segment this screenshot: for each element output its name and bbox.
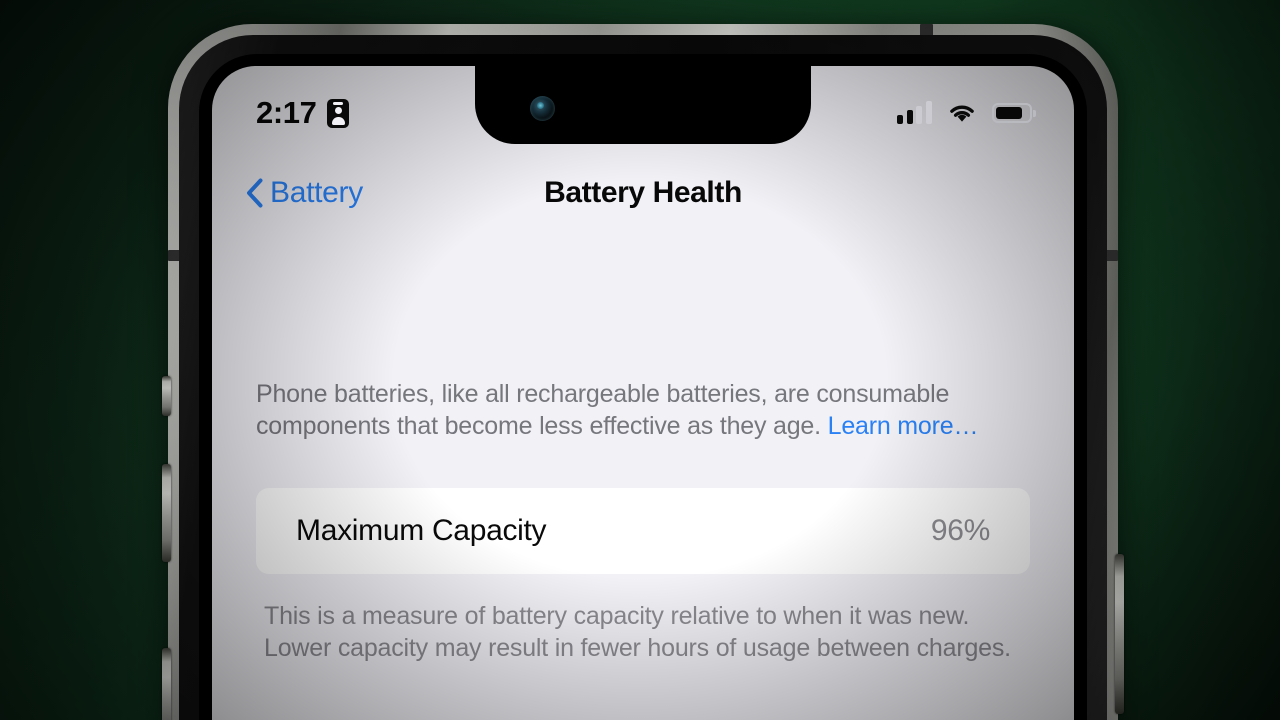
cellular-signal-icon bbox=[897, 101, 932, 124]
chevron-left-icon bbox=[247, 178, 263, 208]
status-clock: 2:17 bbox=[256, 95, 317, 130]
battery-icon bbox=[991, 103, 1036, 123]
back-button[interactable]: Battery bbox=[246, 176, 363, 210]
maximum-capacity-label: Maximum Capacity bbox=[296, 514, 547, 547]
phone-screen: 2:17 Battery Battery Health Phone batter… bbox=[212, 66, 1074, 720]
back-button-label: Battery bbox=[270, 176, 363, 209]
signal-bar-3 bbox=[916, 106, 922, 124]
wallpaper-backdrop: 2:17 Battery Battery Health Phone batter… bbox=[0, 0, 1280, 720]
ring-silent-switch[interactable] bbox=[162, 376, 171, 416]
learn-more-link[interactable]: Learn more… bbox=[828, 412, 979, 440]
settings-content: Phone batteries, like all rechargeable b… bbox=[212, 230, 1074, 720]
signal-bar-2 bbox=[906, 110, 913, 124]
side-power-button[interactable] bbox=[1115, 554, 1124, 714]
signal-bar-4 bbox=[925, 101, 932, 124]
person-badge-slot bbox=[333, 102, 344, 105]
person-badge-icon bbox=[327, 98, 350, 128]
battery-shell bbox=[991, 103, 1032, 123]
volume-up-button[interactable] bbox=[162, 464, 171, 562]
signal-bar-1 bbox=[897, 115, 903, 124]
person-badge-head bbox=[334, 107, 342, 114]
status-bar-left: 2:17 bbox=[256, 95, 350, 131]
wifi-icon bbox=[949, 105, 974, 122]
intro-description: Phone batteries, like all rechargeable b… bbox=[256, 378, 1030, 442]
phone-device: 2:17 Battery Battery Health Phone batter… bbox=[162, 24, 1124, 720]
person-badge-body bbox=[331, 116, 345, 125]
status-bar: 2:17 bbox=[212, 66, 1074, 144]
battery-fill bbox=[995, 107, 1022, 119]
capacity-footer-description: This is a measure of battery capacity re… bbox=[264, 602, 1011, 662]
maximum-capacity-value: 96% bbox=[930, 514, 990, 547]
navigation-bar: Battery Battery Health bbox=[212, 156, 1074, 230]
battery-nub bbox=[1033, 109, 1036, 117]
status-bar-right bbox=[897, 101, 1036, 124]
maximum-capacity-row[interactable]: Maximum Capacity 96% bbox=[256, 488, 1030, 574]
volume-down-button[interactable] bbox=[162, 648, 171, 720]
